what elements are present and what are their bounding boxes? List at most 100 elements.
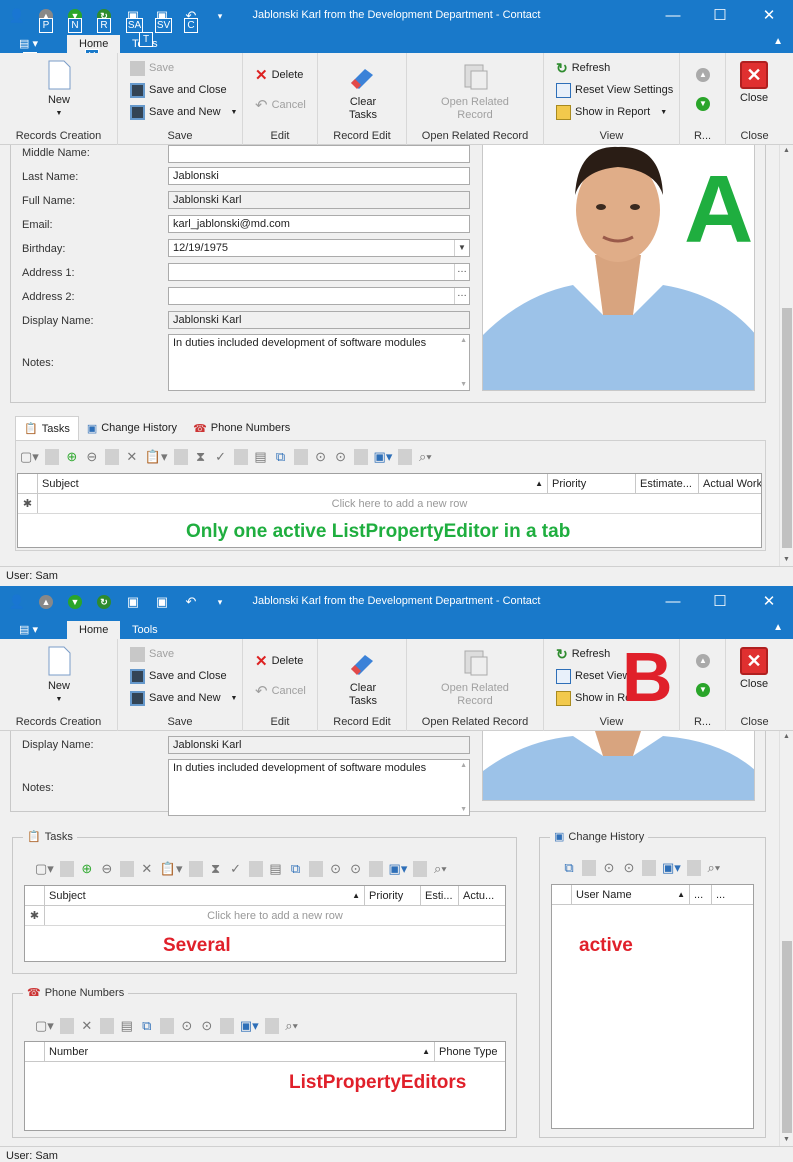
scroll-up-icon[interactable]: ▲ bbox=[783, 733, 790, 740]
scroll-down-icon[interactable]: ▼ bbox=[783, 1136, 790, 1143]
filter-icon[interactable]: ⌕▾ bbox=[285, 1018, 299, 1034]
collapse-ribbon-icon[interactable]: ▲ bbox=[773, 36, 783, 47]
column-actual-work[interactable]: Actu... bbox=[459, 886, 505, 906]
close-window-button[interactable]: ✕ bbox=[746, 3, 792, 27]
link-icon[interactable]: ⊕ bbox=[80, 861, 94, 877]
vertical-scrollbar[interactable]: ▲ ▼ bbox=[779, 731, 793, 1146]
column-priority[interactable]: Priority bbox=[548, 474, 636, 494]
close-window-button[interactable]: ✕ bbox=[746, 589, 792, 613]
copy-icon[interactable]: ▤ bbox=[120, 1018, 134, 1034]
open-related-record-button[interactable]: Open Related Record bbox=[435, 61, 515, 122]
delete-button[interactable]: ✕ Delete bbox=[255, 651, 303, 671]
last-name-field[interactable]: Jablonski bbox=[168, 167, 470, 185]
address2-field[interactable]: … bbox=[168, 287, 470, 305]
file-menu-icon[interactable]: ▤ ▾A bbox=[19, 37, 45, 67]
save-and-new-button[interactable]: Save and New ▼ bbox=[130, 688, 237, 708]
previous-object-icon[interactable]: ▲ bbox=[696, 654, 710, 668]
tab-tasks[interactable]: 📋 Tasks bbox=[15, 416, 79, 440]
previous-object-icon[interactable]: ▲ bbox=[696, 68, 710, 82]
column-user-name[interactable]: User Name ▲ bbox=[572, 885, 690, 905]
clear-tasks-button[interactable]: Clear Tasks bbox=[340, 647, 386, 708]
down-icon[interactable]: ⊙ bbox=[200, 1018, 214, 1034]
clipboard-icon[interactable]: 📋▾ bbox=[160, 861, 183, 877]
filter-icon[interactable]: ⌕▾ bbox=[418, 449, 432, 465]
birthday-dropdown-icon[interactable]: ▼ bbox=[454, 240, 469, 256]
minimize-button[interactable]: — bbox=[650, 589, 696, 613]
filter-icon[interactable]: ⌕▾ bbox=[707, 860, 721, 876]
up-icon[interactable]: ⊙ bbox=[314, 449, 328, 465]
notes-field[interactable]: In duties included development of softwa… bbox=[168, 334, 470, 391]
delete-task-icon[interactable]: ✕ bbox=[140, 861, 154, 877]
reset-view-settings-button[interactable]: Reset View bbox=[556, 666, 630, 686]
open-icon[interactable]: ⧉ bbox=[289, 861, 303, 877]
show-in-report-button[interactable]: Show in Report ▼ bbox=[556, 102, 667, 122]
middle-name-field[interactable] bbox=[168, 145, 470, 163]
check-icon[interactable]: ✓ bbox=[229, 861, 243, 877]
maximize-button[interactable]: ☐ bbox=[697, 3, 743, 27]
save-button[interactable]: Save bbox=[130, 58, 174, 78]
collapse-ribbon-icon[interactable]: ▲ bbox=[773, 622, 783, 633]
save-and-close-button[interactable]: Save and Close bbox=[130, 80, 227, 100]
copy-icon[interactable]: ▤ bbox=[254, 449, 268, 465]
column-collapsed-2[interactable]: ... bbox=[712, 885, 753, 905]
tab-phone-numbers[interactable]: ☎ Phone Numbers bbox=[185, 416, 298, 440]
maximize-button[interactable]: ☐ bbox=[697, 589, 743, 613]
up-icon[interactable]: ⊙ bbox=[180, 1018, 194, 1034]
notes-scroll-up-icon[interactable]: ▲ bbox=[460, 762, 467, 769]
tab-change-history[interactable]: ▣ Change History bbox=[79, 416, 185, 440]
export-icon[interactable]: ▣▾ bbox=[240, 1018, 259, 1034]
open-icon[interactable]: ⧉ bbox=[140, 1018, 154, 1034]
new-button[interactable]: New ▼ bbox=[39, 645, 79, 706]
delete-button[interactable]: ✕ Delete bbox=[255, 65, 303, 85]
hourglass-icon[interactable]: ⧗ bbox=[194, 449, 208, 465]
new-task-icon[interactable]: ▢▾ bbox=[35, 861, 54, 877]
filter-icon[interactable]: ⌕▾ bbox=[433, 861, 447, 877]
unlink-icon[interactable]: ⊖ bbox=[85, 449, 99, 465]
new-row[interactable]: ✱ Click here to add a new row bbox=[18, 494, 761, 514]
scroll-down-icon[interactable]: ▼ bbox=[783, 556, 790, 563]
save-and-new-button[interactable]: Save and New ▼ bbox=[130, 102, 237, 122]
notes-scroll-down-icon[interactable]: ▼ bbox=[460, 806, 467, 813]
file-menu-icon[interactable]: ▤ ▾ bbox=[19, 623, 45, 636]
column-priority[interactable]: Priority bbox=[365, 886, 421, 906]
birthday-field[interactable]: 12/19/1975 ▼ bbox=[168, 239, 470, 257]
column-subject[interactable]: Subject ▲ bbox=[45, 886, 365, 906]
open-icon[interactable]: ⧉ bbox=[562, 860, 576, 876]
column-subject[interactable]: Subject ▲ bbox=[38, 474, 548, 494]
check-icon[interactable]: ✓ bbox=[214, 449, 228, 465]
tab-home[interactable]: HomeH bbox=[67, 35, 121, 64]
column-estimate[interactable]: Esti... bbox=[421, 886, 459, 906]
tab-tools[interactable]: Tools bbox=[120, 621, 170, 639]
down-icon[interactable]: ⊙ bbox=[622, 860, 636, 876]
reset-view-settings-button[interactable]: Reset View Settings bbox=[556, 80, 673, 100]
show-in-report-button[interactable]: Show in Re bbox=[556, 688, 631, 708]
notes-scroll-up-icon[interactable]: ▲ bbox=[460, 337, 467, 344]
tab-home[interactable]: Home bbox=[67, 621, 121, 639]
column-phone-type[interactable]: Phone Type bbox=[435, 1042, 505, 1062]
notes-field[interactable]: In duties included development of softwa… bbox=[168, 759, 470, 816]
new-phone-icon[interactable]: ▢▾ bbox=[35, 1018, 54, 1034]
column-number[interactable]: Number ▲ bbox=[45, 1042, 435, 1062]
new-task-icon[interactable]: ▢▾ bbox=[20, 449, 39, 465]
tab-tools[interactable]: ToolsT bbox=[120, 32, 170, 53]
delete-phone-icon[interactable]: ✕ bbox=[80, 1018, 94, 1034]
cancel-button[interactable]: ↶ Cancel bbox=[255, 95, 306, 115]
new-row[interactable]: ✱ Click here to add a new row bbox=[25, 906, 505, 926]
new-button[interactable]: New ▼ bbox=[39, 59, 79, 120]
up-icon[interactable]: ⊙ bbox=[329, 861, 343, 877]
email-field[interactable]: karl_jablonski@md.com bbox=[168, 215, 470, 233]
column-estimate[interactable]: Estimate... bbox=[636, 474, 699, 494]
next-object-icon[interactable]: ▼ bbox=[696, 683, 710, 697]
close-button[interactable]: ✕ Close bbox=[734, 647, 774, 691]
scroll-thumb[interactable] bbox=[782, 308, 792, 548]
refresh-button[interactable]: ↻ Refresh bbox=[556, 58, 610, 78]
vertical-scrollbar[interactable]: ▲ ▼ bbox=[779, 145, 793, 566]
close-button[interactable]: ✕ Close bbox=[734, 61, 774, 105]
minimize-button[interactable]: — bbox=[650, 3, 696, 27]
copy-icon[interactable]: ▤ bbox=[269, 861, 283, 877]
notes-scroll-down-icon[interactable]: ▼ bbox=[460, 381, 467, 388]
export-icon[interactable]: ▣▾ bbox=[374, 449, 393, 465]
export-icon[interactable]: ▣▾ bbox=[662, 860, 681, 876]
column-collapsed-1[interactable]: ... bbox=[690, 885, 712, 905]
hourglass-icon[interactable]: ⧗ bbox=[209, 861, 223, 877]
